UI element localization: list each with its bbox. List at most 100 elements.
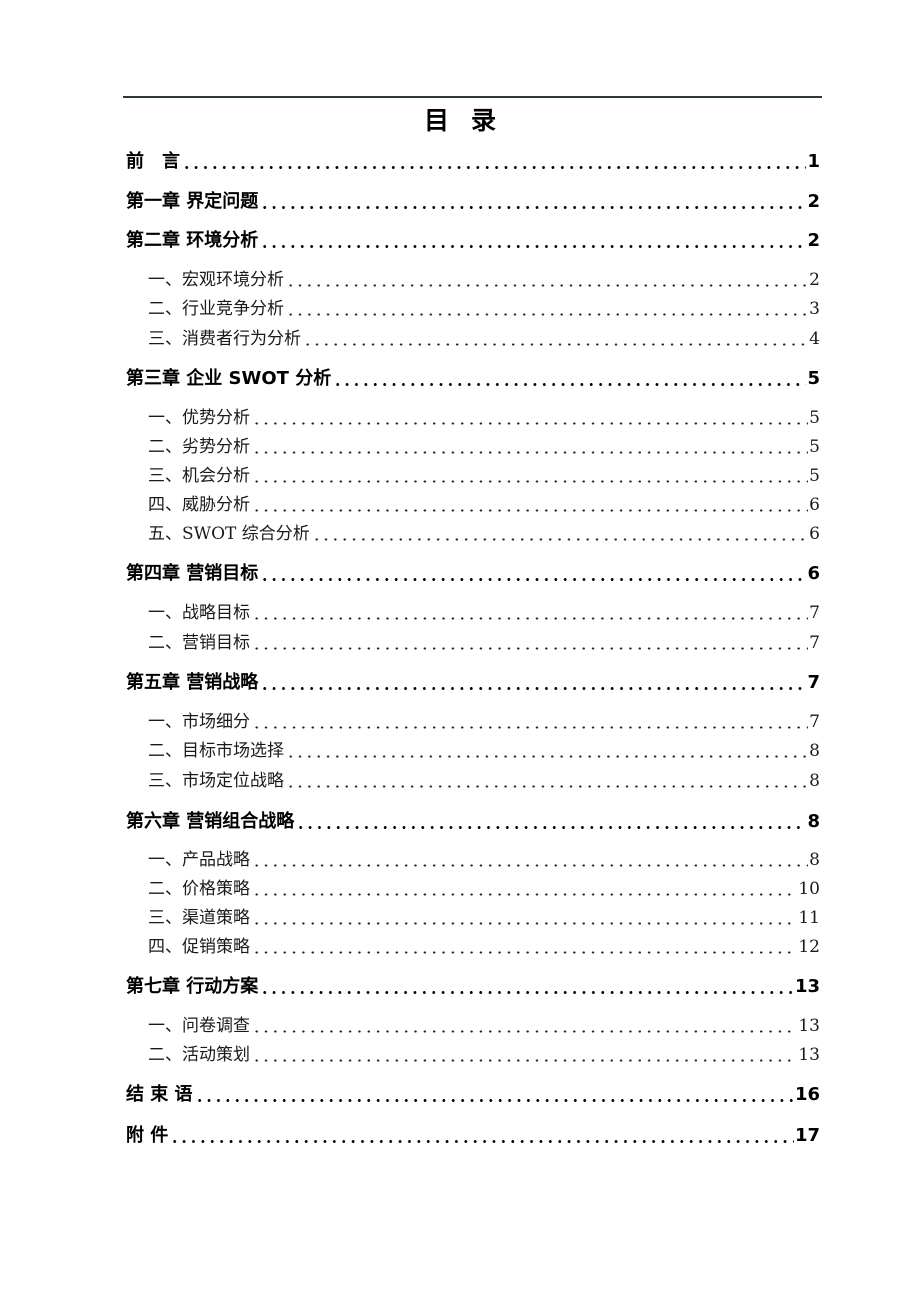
toc-entry-label: 第五章 营销战略 — [126, 672, 259, 693]
toc-page-number: 8 — [809, 850, 820, 870]
toc-entry-label: 附 件 — [126, 1125, 169, 1146]
toc-entry-label: 第二章 环境分析 — [126, 230, 259, 251]
toc-section-entry[interactable]: 一、市场细分 7 — [148, 710, 820, 734]
toc-section-entry[interactable]: 一、战略目标 7 — [148, 601, 820, 625]
toc-section-entry[interactable]: 三、机会分析 5 — [148, 464, 820, 488]
toc-section-entry[interactable]: 一、问卷调查 13 — [148, 1014, 820, 1038]
toc-chapter-entry[interactable]: 附 件 17 — [126, 1124, 820, 1148]
toc-page-number: 13 — [798, 1045, 820, 1065]
toc-entry-label: 第四章 营销目标 — [126, 563, 259, 584]
toc-entry-label: 三、机会分析 — [148, 466, 250, 486]
toc-dot-leader — [252, 849, 809, 869]
toc-entry-label: 二、活动策划 — [148, 1045, 250, 1065]
toc-dot-leader — [252, 602, 809, 622]
toc-entry-label: 第七章 行动方案 — [126, 976, 259, 997]
toc-section-entry[interactable]: 一、产品战略 8 — [148, 848, 820, 872]
toc-chapter-entry[interactable]: 前 言 1 — [126, 150, 820, 174]
toc-chapter-entry[interactable]: 第四章 营销目标 6 — [126, 562, 820, 586]
toc-section-entry[interactable]: 三、市场定位战略 8 — [148, 769, 820, 793]
toc-entry-label: 一、市场细分 — [148, 712, 250, 732]
toc-section-entry[interactable]: 一、宏观环境分析 2 — [148, 268, 820, 292]
toc-dot-leader — [194, 1084, 794, 1104]
toc-page-number: 2 — [809, 270, 820, 290]
toc-section-entry[interactable]: 四、促销策略 12 — [148, 935, 820, 959]
toc-entry-label: 三、消费者行为分析 — [148, 329, 301, 349]
toc-entry-label: 一、宏观环境分析 — [148, 270, 284, 290]
toc-page-number: 6 — [807, 563, 820, 584]
toc-entry-label: 三、市场定位战略 — [148, 771, 284, 791]
toc-section-entry[interactable]: 二、劣势分析 5 — [148, 435, 820, 459]
toc-page-number: 12 — [798, 937, 820, 957]
toc-page-number: 8 — [807, 811, 820, 832]
toc-dot-leader — [252, 907, 798, 927]
toc-dot-leader — [252, 465, 809, 485]
toc-dot-leader — [170, 1125, 794, 1145]
toc-page-number: 7 — [807, 672, 820, 693]
toc-section-entry[interactable]: 一、优势分析 5 — [148, 406, 820, 430]
toc-dot-leader — [286, 269, 809, 289]
toc-dot-leader — [252, 936, 798, 956]
toc-page-number: 6 — [809, 495, 820, 515]
toc-chapter-entry[interactable]: 第六章 营销组合战略 8 — [126, 810, 820, 834]
toc-page-number: 5 — [809, 437, 820, 457]
toc-section-entry[interactable]: 二、活动策划 13 — [148, 1043, 820, 1067]
toc-title-char-1: 目 — [423, 106, 449, 135]
toc-entry-label: 二、劣势分析 — [148, 437, 250, 457]
toc-entry-label: 一、问卷调查 — [148, 1016, 250, 1036]
toc-dot-leader — [252, 711, 809, 731]
toc-page-number: 8 — [809, 771, 820, 791]
toc-page-number: 3 — [809, 299, 820, 319]
toc-dot-leader — [252, 436, 809, 456]
toc-entry-label: 第六章 营销组合战略 — [126, 811, 295, 832]
toc-section-entry[interactable]: 二、价格策略 10 — [148, 877, 820, 901]
toc-dot-leader — [260, 191, 807, 211]
toc-page-number: 1 — [807, 151, 820, 172]
toc-chapter-entry[interactable]: 第一章 界定问题 2 — [126, 190, 820, 214]
toc-section-entry[interactable]: 四、威胁分析 6 — [148, 493, 820, 517]
toc-entry-label: 前 言 — [126, 151, 180, 172]
toc-dot-leader — [252, 1044, 798, 1064]
toc-title: 目录 — [0, 104, 920, 138]
toc-entry-label: 二、目标市场选择 — [148, 741, 284, 761]
toc-chapter-entry[interactable]: 第三章 企业 SWOT 分析 5 — [126, 367, 820, 391]
toc-section-entry[interactable]: 五、SWOT 综合分析 6 — [148, 522, 820, 546]
toc-entry-label: 第三章 企业 SWOT 分析 — [126, 368, 332, 389]
toc-entry-label: 第一章 界定问题 — [126, 191, 259, 212]
toc-chapter-entry[interactable]: 第七章 行动方案 13 — [126, 975, 820, 999]
toc-page-number: 17 — [794, 1125, 820, 1146]
toc-dot-leader — [286, 298, 809, 318]
toc-entry-label: 一、产品战略 — [148, 850, 250, 870]
toc-dot-leader — [252, 1015, 798, 1035]
toc-chapter-entry[interactable]: 结 束 语 16 — [126, 1083, 820, 1107]
toc-dot-leader — [311, 523, 809, 543]
toc-dot-leader — [296, 811, 807, 831]
toc-dot-leader — [333, 368, 807, 388]
toc-section-entry[interactable]: 二、行业竞争分析 3 — [148, 297, 820, 321]
toc-chapter-entry[interactable]: 第二章 环境分析 2 — [126, 229, 820, 253]
toc-section-entry[interactable]: 三、消费者行为分析 4 — [148, 327, 820, 351]
toc-dot-leader — [286, 740, 809, 760]
toc-page-number: 8 — [809, 741, 820, 761]
toc-dot-leader — [260, 672, 807, 692]
toc-section-entry[interactable]: 二、目标市场选择 8 — [148, 739, 820, 763]
toc-page-number: 13 — [794, 976, 820, 997]
toc-section-entry[interactable]: 三、渠道策略 11 — [148, 906, 820, 930]
toc-entry-label: 四、威胁分析 — [148, 495, 250, 515]
toc-section-entry[interactable]: 二、营销目标 7 — [148, 631, 820, 655]
header-rule — [123, 96, 822, 98]
toc-dot-leader — [260, 563, 807, 583]
toc-entry-label: 一、战略目标 — [148, 603, 250, 623]
toc-chapter-entry[interactable]: 第五章 营销战略 7 — [126, 671, 820, 695]
toc-entry-label: 三、渠道策略 — [148, 908, 250, 928]
toc-page-number: 5 — [809, 466, 820, 486]
toc-entry-label: 四、促销策略 — [148, 937, 250, 957]
toc-page-number: 2 — [807, 230, 820, 251]
document-page: 目录 前 言 1 第一章 界定问题 2 第二章 环境分析 2 一、宏观环境分析 2 二、行业竞争… — [0, 0, 920, 1300]
toc-page-number: 7 — [809, 633, 820, 653]
toc-page-number: 7 — [809, 603, 820, 623]
toc-page-number: 2 — [807, 191, 820, 212]
toc-dot-leader — [182, 151, 807, 171]
toc-dot-leader — [252, 878, 798, 898]
toc-title-char-2: 录 — [471, 106, 497, 135]
toc-dot-leader — [252, 407, 809, 427]
